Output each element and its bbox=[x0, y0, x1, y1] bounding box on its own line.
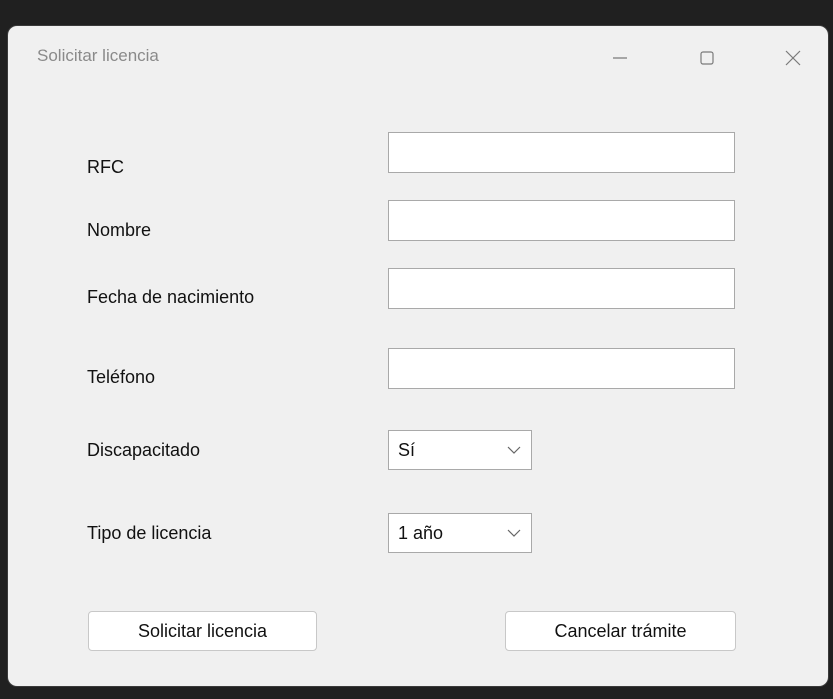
discapacitado-select[interactable]: Sí bbox=[388, 430, 532, 470]
chevron-down-icon bbox=[507, 529, 521, 537]
discapacitado-selected-value: Sí bbox=[398, 439, 416, 460]
tipo-licencia-label: Tipo de licencia bbox=[87, 523, 212, 543]
fecha-nacimiento-label: Fecha de nacimiento bbox=[87, 287, 255, 307]
minimize-icon bbox=[613, 57, 627, 59]
solicitar-licencia-button[interactable]: Solicitar licencia bbox=[88, 611, 317, 651]
nombre-input[interactable] bbox=[388, 200, 735, 241]
window-title: Solicitar licencia bbox=[37, 46, 159, 65]
dialog-window: Solicitar licencia RFC Nombre Fecha de n… bbox=[8, 26, 828, 686]
discapacitado-label: Discapacitado bbox=[87, 440, 201, 460]
rfc-label: RFC bbox=[87, 157, 124, 177]
rfc-input[interactable] bbox=[388, 132, 735, 173]
close-button[interactable] bbox=[775, 40, 811, 76]
maximize-button[interactable] bbox=[689, 40, 725, 76]
telefono-input[interactable] bbox=[388, 348, 735, 389]
telefono-label: Teléfono bbox=[87, 367, 156, 387]
tipo-licencia-selected-value: 1 año bbox=[398, 522, 444, 543]
close-icon bbox=[785, 50, 801, 66]
nombre-label: Nombre bbox=[87, 220, 152, 240]
cancelar-tramite-button[interactable]: Cancelar trámite bbox=[505, 611, 736, 651]
tipo-licencia-select[interactable]: 1 año bbox=[388, 513, 532, 553]
title-bar[interactable]: Solicitar licencia bbox=[8, 26, 828, 90]
minimize-button[interactable] bbox=[602, 40, 638, 76]
chevron-down-icon bbox=[507, 446, 521, 454]
fecha-nacimiento-input[interactable] bbox=[388, 268, 735, 309]
maximize-icon bbox=[700, 51, 714, 65]
